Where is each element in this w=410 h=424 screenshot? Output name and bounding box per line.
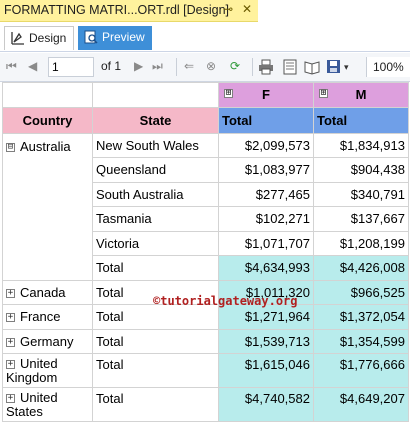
- country-cell-france: + France: [2, 304, 93, 330]
- value-cell-f: $102,271: [218, 206, 314, 232]
- state-cell: Total: [92, 255, 219, 281]
- watermark: ©tutorialgateway.org: [153, 294, 298, 308]
- expand-icon[interactable]: ⊞: [224, 89, 233, 98]
- page-count-label: of 1: [101, 59, 122, 73]
- page-number-input[interactable]: [48, 57, 94, 77]
- gender-label: M: [355, 87, 367, 103]
- gender-header-m: ⊞ M: [313, 82, 409, 108]
- close-icon[interactable]: ✕: [242, 2, 252, 16]
- table-row: ⊟ Australia New South Wales $2,099,573 $1…: [2, 132, 409, 281]
- value-cell-f: $1,071,707: [218, 230, 314, 256]
- total-cell-f: $1,539,713: [218, 328, 314, 354]
- total-cell-f: $4,740,582: [218, 387, 314, 422]
- total-cell-m: $1,372,054: [313, 304, 409, 330]
- expand-icon[interactable]: +: [6, 393, 15, 403]
- country-cell-australia: ⊟ Australia: [2, 132, 93, 281]
- value-cell-f: $2,099,573: [218, 132, 314, 158]
- value-cell-f: $1,083,977: [218, 157, 314, 183]
- gender-header-f: ⊞ F: [218, 82, 314, 108]
- report-toolbar: ⏮ ◀ of 1 ▶ ⏭ ⇐ ⊗ ⟳ ▾ 100%: [0, 53, 410, 82]
- document-tabstrip: FORMATTING MATRI...ORT.rdl [Design] ⊸ ✕: [0, 0, 410, 22]
- expand-icon[interactable]: +: [6, 337, 15, 347]
- previous-page-icon[interactable]: ◀: [28, 59, 37, 73]
- value-cell-m: $1,834,913: [313, 132, 409, 158]
- expand-icon[interactable]: +: [6, 359, 15, 369]
- document-tab[interactable]: FORMATTING MATRI...ORT.rdl [Design] ⊸ ✕: [0, 0, 258, 22]
- back-icon[interactable]: ⇐: [184, 59, 194, 73]
- country-label: Australia: [20, 138, 71, 154]
- value-cell-f: $277,465: [218, 181, 314, 207]
- gender-label: F: [262, 87, 270, 103]
- country-label: Germany: [20, 333, 74, 349]
- table-row: + United Kingdom Total $1,615,046 $1,776,…: [2, 353, 409, 388]
- table-row: + United States Total $4,740,582 $4,649,2…: [2, 387, 409, 422]
- table-row: + France Total $1,271,964 $1,372,054: [2, 304, 409, 330]
- empty-corner-cell: [2, 82, 93, 108]
- total-cell-f: $4,634,993: [218, 255, 314, 281]
- pin-icon[interactable]: ⊸: [223, 2, 233, 16]
- value-cell-m: $1,208,199: [313, 230, 409, 256]
- view-tabs: Design Preview: [0, 22, 410, 52]
- state-cell: New South Wales: [92, 132, 219, 158]
- total-header-m: Total: [313, 106, 409, 134]
- value-cell-m: $137,667: [313, 206, 409, 232]
- report-canvas: ⊞ F ⊞ M Country State Total Total ⊟ Austr…: [0, 82, 410, 424]
- print-layout-icon[interactable]: [282, 59, 298, 75]
- collapse-icon[interactable]: ⊟: [6, 142, 15, 152]
- gender-header-row: ⊞ F ⊞ M: [2, 82, 409, 108]
- total-cell-f: $1,271,964: [218, 304, 314, 330]
- matrix-table: ⊞ F ⊞ M Country State Total Total ⊟ Austr…: [2, 82, 409, 422]
- state-cell: Total: [92, 387, 219, 422]
- total-cell-m: $1,354,599: [313, 328, 409, 354]
- state-cell: Total: [92, 353, 219, 388]
- country-cell-germany: + Germany: [2, 328, 93, 354]
- toolbar-divider: [176, 58, 177, 76]
- total-cell-f: $1,615,046: [218, 353, 314, 388]
- page-setup-icon[interactable]: [304, 59, 320, 75]
- state-header: State: [92, 106, 219, 134]
- country-label: Canada: [20, 284, 66, 300]
- tab-design-label: Design: [29, 31, 67, 45]
- total-header-f: Total: [218, 106, 314, 134]
- state-cell: Tasmania: [92, 206, 219, 232]
- country-cell-united-kingdom: + United Kingdom: [2, 353, 93, 388]
- state-cell: South Australia: [92, 181, 219, 207]
- next-page-icon[interactable]: ▶: [134, 59, 143, 73]
- refresh-icon[interactable]: ⟳: [230, 59, 240, 73]
- state-cell: Victoria: [92, 230, 219, 256]
- tab-design[interactable]: Design: [4, 26, 74, 50]
- total-cell-m: $1,776,666: [313, 353, 409, 388]
- total-cell-m: $4,426,008: [313, 255, 409, 281]
- tab-preview-label: Preview: [102, 30, 145, 44]
- value-cell-m: $340,791: [313, 181, 409, 207]
- country-cell-united-states: + United States: [2, 387, 93, 422]
- total-cell-m: $966,525: [313, 279, 409, 305]
- total-cell-m: $4,649,207: [313, 387, 409, 422]
- state-cell: Total: [92, 304, 219, 330]
- state-cell: Queensland: [92, 157, 219, 183]
- value-cell-m: $904,438: [313, 157, 409, 183]
- state-cell: Total: [92, 328, 219, 354]
- first-page-icon[interactable]: ⏮: [6, 59, 17, 74]
- country-cell-canada: + Canada: [2, 279, 93, 305]
- country-header: Country: [2, 106, 93, 134]
- chevron-down-icon[interactable]: ▾: [344, 62, 349, 73]
- print-icon[interactable]: [258, 59, 274, 75]
- zoom-select[interactable]: 100%: [366, 57, 410, 77]
- expand-icon[interactable]: +: [6, 288, 15, 298]
- expand-icon[interactable]: ⊞: [319, 89, 328, 98]
- toolbar-divider: [252, 58, 253, 76]
- document-tab-title: FORMATTING MATRI...ORT.rdl [Design]: [4, 3, 230, 17]
- export-icon[interactable]: [326, 59, 342, 75]
- column-header-row: Country State Total Total: [2, 106, 409, 134]
- stop-icon[interactable]: ⊗: [206, 59, 216, 73]
- tab-preview[interactable]: Preview: [78, 26, 152, 50]
- empty-corner-cell: [92, 82, 219, 108]
- design-icon: [11, 32, 24, 45]
- expand-icon[interactable]: +: [6, 313, 15, 323]
- country-label: France: [20, 309, 61, 325]
- last-page-icon[interactable]: ⏭: [152, 59, 163, 74]
- preview-icon: [84, 30, 98, 44]
- table-row: + Germany Total $1,539,713 $1,354,599: [2, 328, 409, 354]
